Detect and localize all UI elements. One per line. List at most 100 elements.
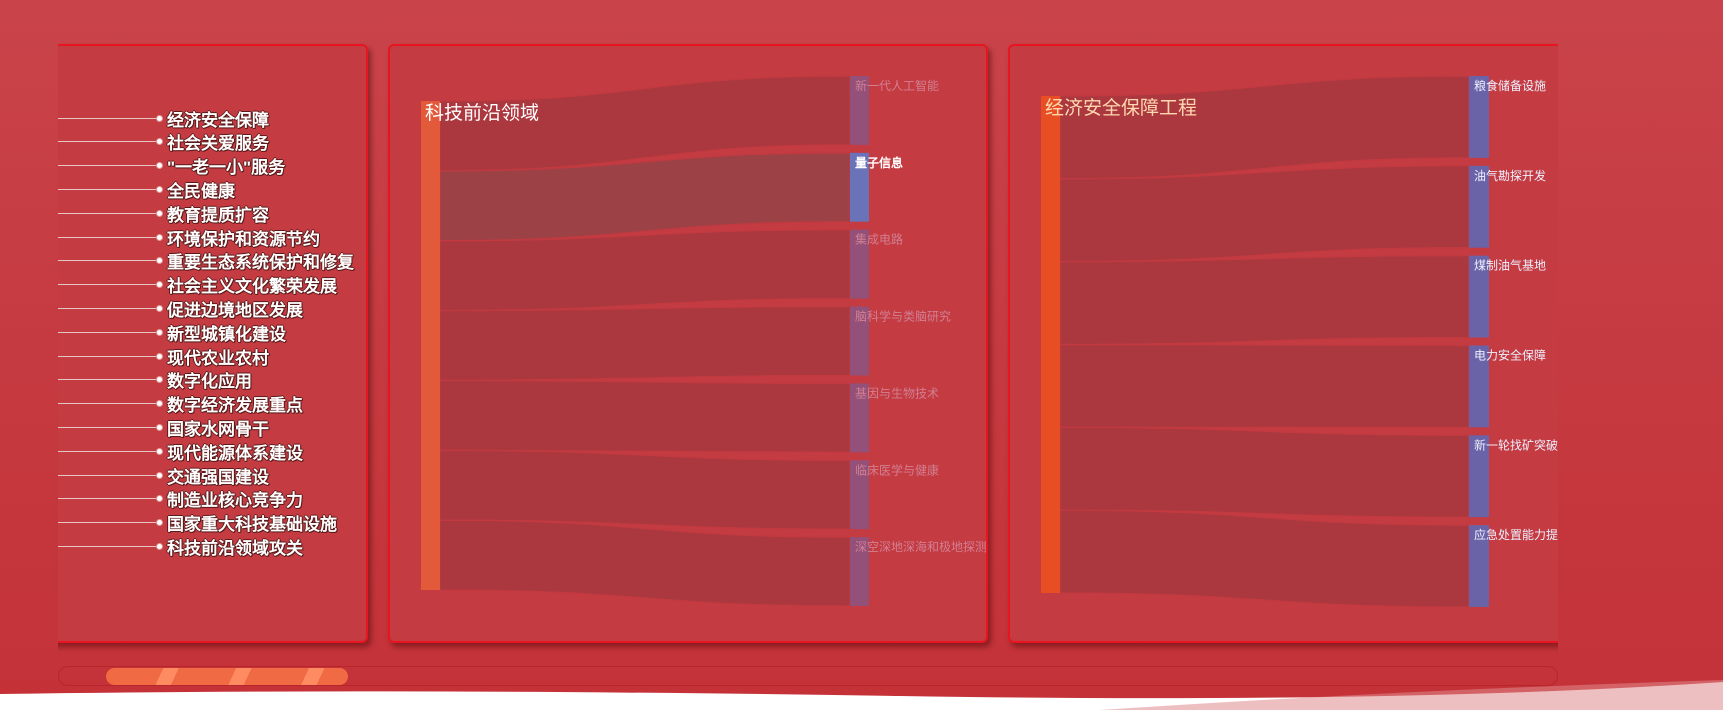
econ-link[interactable] — [1059, 426, 1470, 518]
econ-source-label: 经济安全保障工程 — [1045, 97, 1197, 119]
category-list-item[interactable]: 重要生态系统保护和修复 — [58, 250, 354, 272]
bullet-dot-icon — [156, 495, 163, 503]
bullet-dot-icon — [156, 328, 163, 336]
bottom-wave-decoration — [0, 680, 1723, 710]
econ-target-label: 粮食储备设施 — [1474, 78, 1546, 93]
connector-line — [58, 236, 156, 238]
category-label: 现代农业农村 — [167, 348, 269, 368]
econ-link[interactable] — [1059, 509, 1470, 608]
category-label: 教育提质扩容 — [167, 205, 269, 225]
category-list-item[interactable]: 交通强国建设 — [58, 464, 269, 487]
connector-line — [58, 450, 156, 452]
category-list-item[interactable]: "一老一小"服务 — [58, 155, 285, 177]
connector-line — [58, 331, 156, 333]
connector-line — [58, 545, 156, 547]
connector-line — [58, 212, 156, 214]
bullet-dot-icon — [156, 185, 163, 193]
category-label: 国家重大科技基础设施 — [167, 515, 337, 535]
connector-line — [58, 141, 156, 143]
econ-link[interactable] — [1059, 255, 1470, 346]
tech-link[interactable] — [439, 449, 851, 530]
category-label: 社会主义文化繁荣发展 — [167, 277, 337, 297]
category-list-item[interactable]: 制造业核心竞争力 — [58, 488, 303, 510]
connector-line — [58, 403, 156, 405]
economic-security-sankey-chart: 经济安全保障工程 粮食储备设施油气勘探开发煤制油气基地电力安全保障新一轮找矿突破应… — [1041, 75, 1558, 608]
category-list-item[interactable]: 数字化应用 — [58, 369, 252, 391]
category-label: 科技前沿领域攻关 — [167, 538, 303, 558]
tech-link[interactable] — [439, 305, 851, 382]
connector-line — [58, 498, 156, 500]
bullet-dot-icon — [156, 281, 163, 289]
category-label: 数字经济发展重点 — [167, 396, 303, 416]
category-list-item[interactable]: 现代能源体系建设 — [58, 440, 303, 463]
econ-target-label: 煤制油气基地 — [1474, 258, 1546, 273]
category-list-item[interactable]: 促进边境地区发展 — [58, 297, 303, 320]
connector-line — [58, 307, 156, 309]
category-list-item[interactable]: 社会主义文化繁荣发展 — [58, 274, 337, 296]
viewport-edge-left — [0, 0, 58, 710]
bullet-dot-icon — [156, 471, 163, 479]
tech-link[interactable] — [439, 229, 851, 312]
econ-link[interactable] — [1059, 75, 1470, 180]
econ-link[interactable] — [1059, 343, 1470, 428]
bullet-dot-icon — [156, 162, 163, 170]
econ-target-label: 电力安全保障 — [1474, 348, 1546, 363]
category-list-item[interactable]: 社会关爱服务 — [58, 131, 269, 153]
category-label: 数字化应用 — [167, 372, 252, 392]
category-label: 社会关爱服务 — [167, 134, 269, 154]
econ-source-node[interactable] — [1041, 96, 1060, 593]
tech-target-label: 基因与生物技术 — [855, 386, 939, 400]
tech-link[interactable] — [439, 519, 851, 607]
connector-line — [58, 188, 156, 190]
bullet-dot-icon — [156, 400, 163, 408]
bullet-dot-icon — [156, 423, 163, 431]
connector-line — [58, 474, 156, 476]
category-label: 重要生态系统保护和修复 — [167, 253, 354, 273]
bullet-dot-icon — [156, 233, 163, 241]
connector-line — [58, 165, 156, 167]
tech-target-label: 脑科学与类脑研究 — [855, 309, 951, 324]
category-label: 制造业核心竞争力 — [167, 491, 303, 511]
connector-line — [58, 426, 156, 428]
category-list-item[interactable]: 数字经济发展重点 — [58, 393, 303, 415]
bullet-dot-icon — [156, 138, 163, 146]
category-list-item[interactable]: 现代农业农村 — [58, 345, 269, 368]
connector-line — [58, 522, 156, 524]
tech-target-label: 新一代人工智能 — [855, 78, 939, 93]
category-label: 经济安全保障 — [167, 110, 269, 130]
category-label: 全民健康 — [167, 181, 235, 201]
category-label: 环境保护和资源节约 — [167, 229, 320, 249]
bullet-dot-icon — [156, 304, 163, 312]
category-label: 国家水网骨干 — [167, 419, 269, 439]
connector-line — [58, 260, 156, 262]
category-list-item[interactable]: 新型城镇化建设 — [58, 321, 286, 344]
tech-source-node[interactable] — [421, 101, 440, 590]
tech-source-label: 科技前沿领域 — [425, 102, 539, 124]
tech-target-label: 深空深地深海和极地探测 — [855, 539, 986, 554]
tech-link[interactable] — [439, 379, 851, 453]
category-label: 现代能源体系建设 — [167, 443, 303, 463]
connector-line — [58, 117, 156, 119]
connector-line — [58, 355, 156, 357]
econ-link[interactable] — [1059, 165, 1470, 263]
tech-target-label: 量子信息 — [855, 155, 903, 170]
connector-line — [58, 379, 156, 381]
category-list-item[interactable]: 全民健康 — [58, 178, 235, 201]
viewport-edge-right — [1558, 0, 1723, 710]
tech-target-label: 临床医学与健康 — [855, 462, 939, 477]
econ-target-label: 新一轮找矿突破 — [1474, 437, 1558, 452]
category-list-item[interactable]: 国家重大科技基础设施 — [58, 512, 337, 534]
category-list-item[interactable]: 教育提质扩容 — [58, 202, 269, 225]
bullet-dot-icon — [156, 257, 163, 265]
category-list-item[interactable]: 国家水网骨干 — [58, 416, 269, 439]
category-list-item[interactable]: 经济安全保障 — [58, 107, 269, 130]
tech-target-label: 集成电路 — [855, 232, 903, 247]
bullet-dot-icon — [156, 542, 163, 550]
econ-target-label: 应急处置能力提 — [1474, 527, 1558, 542]
tech-frontier-sankey-panel: 科技前沿领域 新一代人工智能 量子信息集成电路脑科学与类脑研究 基因与生物技术 临床医学… — [388, 44, 988, 643]
category-label: "一老一小"服务 — [167, 158, 286, 178]
economic-security-sankey-panel: 经济安全保障工程 粮食储备设施 油气勘探开发 煤制油气基地 电力安全保障 新一轮找矿突破应… — [1008, 44, 1608, 643]
category-list-item[interactable]: 科技前沿领域攻关 — [58, 535, 303, 558]
category-list-item[interactable]: 环境保护和资源节约 — [58, 226, 320, 249]
category-label: 交通强国建设 — [167, 467, 269, 487]
